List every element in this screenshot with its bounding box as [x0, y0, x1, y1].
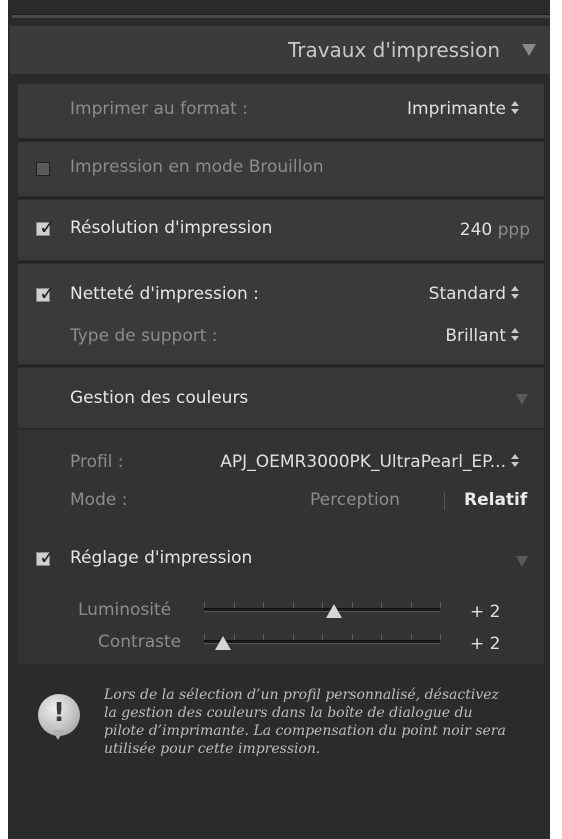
slider-tick — [263, 602, 264, 608]
profile-label: Profil : — [70, 452, 124, 472]
slider-tick — [440, 634, 441, 640]
format-section: Imprimer au format : Imprimante — [18, 84, 544, 138]
slider-tick — [204, 602, 205, 608]
print-adjust-label: Réglage d'impression — [70, 548, 253, 568]
color-management-title: Gestion des couleurs — [70, 388, 249, 408]
brightness-value: + 2 — [470, 602, 501, 622]
checkmark-icon: ✓ — [39, 281, 56, 305]
draft-section: Impression en mode Brouillon — [18, 142, 544, 196]
updown-arrows-icon — [510, 285, 520, 301]
resolution-unit: ppp — [497, 220, 530, 240]
resolution-checkbox[interactable]: ✓ — [36, 215, 56, 239]
mode-divider — [444, 492, 445, 510]
slider-tick — [440, 602, 441, 608]
brightness-track — [204, 608, 440, 612]
mode-perception-button[interactable]: Perception — [310, 490, 400, 510]
slider-tick — [410, 602, 412, 608]
slider-tick — [233, 634, 235, 640]
panel-top-border — [12, 14, 550, 18]
resolution-section: ✓ Résolution d'impression 240 ppp — [18, 200, 544, 260]
slider-tick — [292, 634, 294, 640]
triangle-down-icon[interactable] — [522, 44, 536, 56]
triangle-down-icon[interactable] — [516, 394, 528, 405]
contrast-slider[interactable] — [204, 632, 441, 656]
slider-tick — [322, 634, 323, 640]
info-note: Lors de la sélection d’un profil personn… — [104, 687, 506, 757]
divider — [18, 365, 544, 367]
slider-tick — [351, 602, 353, 608]
updown-arrows-icon — [510, 453, 520, 469]
sharpening-section: ✓ Netteté d'impression : Standard Type d… — [18, 264, 544, 364]
slider-tick — [351, 634, 353, 640]
format-select[interactable]: Imprimante — [407, 99, 520, 119]
contrast-label: Contraste — [98, 632, 182, 652]
divider — [18, 261, 544, 263]
divider — [18, 197, 544, 199]
sharpening-value: Standard — [428, 284, 506, 304]
media-type-select[interactable]: Brillant — [445, 326, 520, 346]
profile-value: APJ_OEMR3000PK_UltraPearl_EP... — [220, 452, 506, 472]
brightness-slider[interactable] — [204, 600, 441, 624]
updown-arrows-icon — [510, 327, 520, 343]
triangle-down-icon[interactable] — [516, 556, 528, 567]
media-type-label: Type de support : — [70, 326, 218, 346]
media-type-value: Brillant — [445, 326, 506, 346]
slider-tick — [381, 634, 382, 640]
panel-title: Travaux d'impression — [287, 38, 500, 62]
slider-tick — [204, 634, 205, 640]
profile-select[interactable]: APJ_OEMR3000PK_UltraPearl_EP... — [220, 452, 520, 472]
resolution-value: 240 — [459, 220, 493, 240]
slider-tick — [292, 602, 294, 608]
checkmark-icon: ✓ — [39, 215, 56, 239]
brightness-thumb[interactable] — [325, 604, 342, 618]
draft-label: Impression en mode Brouillon — [70, 157, 324, 177]
print-job-panel: Travaux d'impression Imprimer au format … — [0, 0, 562, 839]
mode-relative-button[interactable]: Relatif — [464, 490, 527, 510]
format-value: Imprimante — [407, 99, 506, 119]
slider-tick — [381, 602, 382, 608]
brightness-label: Luminosité — [78, 600, 172, 620]
slider-tick — [233, 602, 235, 608]
mode-label: Mode : — [70, 490, 128, 510]
slider-tick — [263, 634, 264, 640]
divider — [18, 139, 544, 141]
resolution-label: Résolution d'impression — [70, 218, 273, 238]
draft-checkbox[interactable] — [36, 162, 50, 176]
resolution-field[interactable]: 240 ppp — [460, 220, 530, 240]
contrast-thumb[interactable] — [214, 636, 231, 650]
exclamation-icon: ! — [38, 694, 80, 740]
print-adjust-section: ✓ Réglage d'impression Luminosité + 2 Co… — [18, 536, 544, 664]
sharpening-label: Netteté d'impression : — [70, 284, 259, 304]
print-adjust-checkbox[interactable]: ✓ — [36, 545, 56, 569]
color-management-header[interactable]: Gestion des couleurs — [18, 368, 544, 428]
sharpening-select[interactable]: Standard — [429, 284, 520, 304]
slider-tick — [410, 634, 412, 640]
panel-header[interactable]: Travaux d'impression — [10, 26, 550, 74]
sharpening-checkbox[interactable]: ✓ — [36, 281, 56, 305]
checkmark-icon: ✓ — [39, 545, 56, 569]
contrast-value: + 2 — [470, 634, 501, 654]
updown-arrows-icon — [510, 100, 520, 116]
slider-tick — [322, 602, 323, 608]
exclamation-mark: ! — [53, 698, 65, 728]
format-label: Imprimer au format : — [70, 99, 248, 119]
color-management-body: Profil : APJ_OEMR3000PK_UltraPearl_EP...… — [18, 430, 544, 542]
contrast-track — [204, 640, 440, 644]
